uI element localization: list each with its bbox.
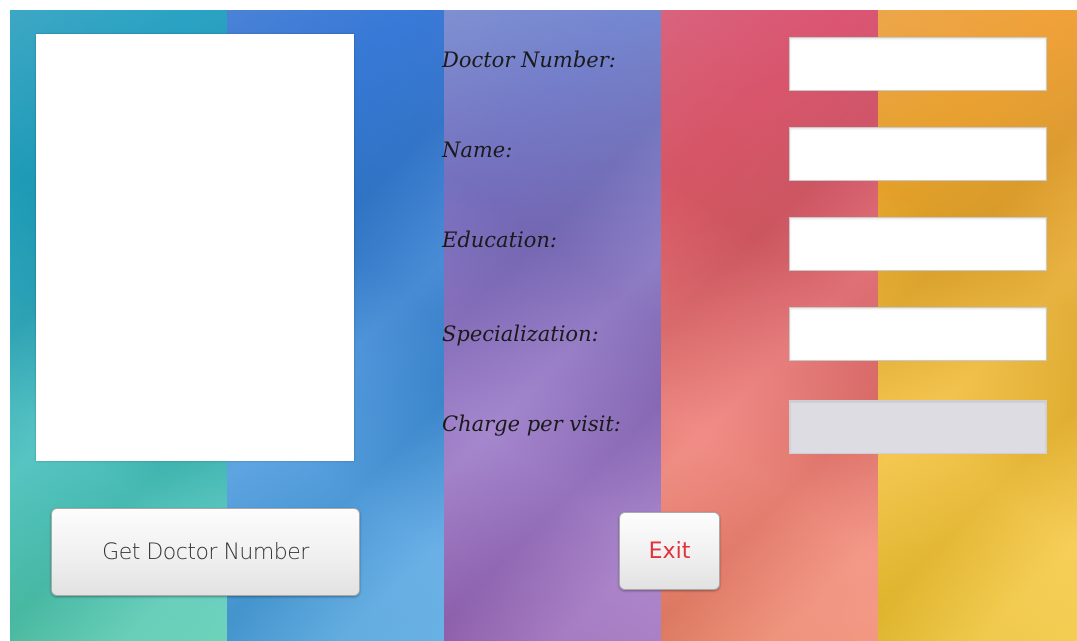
name-field[interactable] [789, 127, 1047, 181]
doctor-form-window: Get Doctor Number Doctor Number: Name: E… [10, 10, 1077, 641]
specialization-label: Specialization: [442, 322, 599, 346]
charge-per-visit-field [789, 400, 1047, 454]
get-doctor-number-button[interactable]: Get Doctor Number [51, 508, 360, 596]
education-field[interactable] [789, 217, 1047, 271]
specialization-field[interactable] [789, 307, 1047, 361]
doctor-photo-box [36, 34, 354, 461]
name-label: Name: [442, 138, 513, 162]
doctor-number-field[interactable] [789, 37, 1047, 91]
education-label: Education: [442, 228, 557, 252]
doctor-number-label: Doctor Number: [442, 48, 616, 72]
exit-button[interactable]: Exit [619, 512, 720, 590]
charge-per-visit-label: Charge per visit: [442, 412, 621, 436]
